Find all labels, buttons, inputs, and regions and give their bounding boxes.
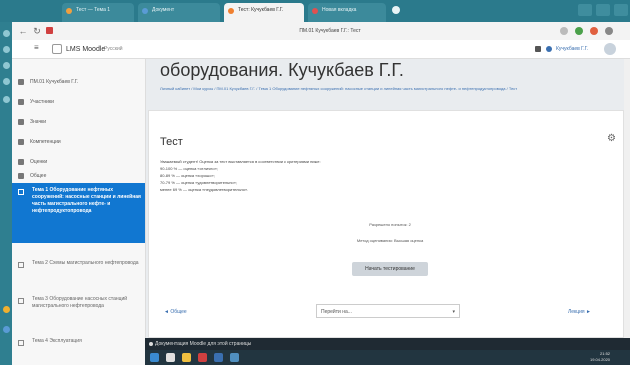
extension-icon[interactable] <box>590 27 598 35</box>
tab-favicon-icon <box>66 8 72 14</box>
sidebar-item-badges[interactable]: Значки <box>12 112 145 132</box>
check-icon <box>18 139 24 145</box>
dock-app-icon[interactable] <box>3 306 10 313</box>
sidebar-item-label: Компетенции <box>30 139 61 145</box>
sidebar-item-label: ПМ.01 Кучукбаев Г.Г. <box>30 79 79 85</box>
browser-tab-active[interactable]: Тест: Кучукбаев Г.Г. <box>224 3 304 22</box>
sidebar-item-label: Тема 4 Эксплуатация <box>32 338 82 344</box>
quiz-intro-line: 90-100 % — оценка «отлично»; <box>160 166 218 171</box>
sidebar-item-participants[interactable]: Участники <box>12 92 145 112</box>
os-dock <box>0 22 12 365</box>
sidebar-item-label: Тема 2 Схемы магистрального нефтепровода <box>32 260 139 266</box>
quiz-title: Тест <box>160 136 183 148</box>
select-value: Перейти на... <box>321 309 352 315</box>
prev-activity-link[interactable]: ◄ Общее <box>164 306 187 318</box>
tab-label: Новая вкладка <box>322 7 357 13</box>
tab-label: Тест: Кучукбаев Г.Г. <box>238 7 284 13</box>
hamburger-icon[interactable]: ≡ <box>34 44 42 52</box>
minimize-icon[interactable] <box>578 4 592 16</box>
sidebar-item-section[interactable]: Тема 4 Эксплуатация <box>12 334 145 350</box>
close-icon[interactable] <box>614 4 628 16</box>
badge-icon <box>18 119 24 125</box>
info-icon <box>149 342 153 346</box>
tab-favicon-icon <box>142 8 148 14</box>
sidebar-item-course[interactable]: ПМ.01 Кучукбаев Г.Г. <box>12 72 145 92</box>
jump-to-select[interactable]: Перейти на... ▾ <box>316 304 460 318</box>
message-icon[interactable] <box>546 46 552 52</box>
site-icon <box>46 27 53 34</box>
extension-icon[interactable] <box>560 27 568 35</box>
app-icon[interactable] <box>214 353 223 362</box>
dock-app-icon[interactable] <box>3 46 10 53</box>
user-menu[interactable]: Кучукбаев Г.Г. <box>556 45 588 54</box>
hat-icon <box>18 79 24 85</box>
dock-app-icon[interactable] <box>3 78 10 85</box>
scrollbar[interactable] <box>624 59 630 338</box>
folder-icon <box>18 173 24 179</box>
site-logo[interactable]: LMS Moodle <box>66 44 105 55</box>
tab-label: Тест — Тема 1 <box>76 7 111 13</box>
table-icon <box>18 159 24 165</box>
folder-icon <box>18 340 24 346</box>
folder-icon <box>18 262 24 268</box>
sidebar-item-label: Значки <box>30 119 47 125</box>
quiz-intro-line: 70-79 % — оценка «удовлетворительно»; <box>160 180 237 185</box>
quiz-intro-line: 80-89 % — оценка «хорошо»; <box>160 173 215 178</box>
extension-icon[interactable] <box>575 27 583 35</box>
grading-method: Метод оценивания: Высшая оценка <box>356 238 424 243</box>
dock-app-icon[interactable] <box>3 96 10 103</box>
tab-favicon-icon <box>312 8 318 14</box>
sidebar-item-label: Участники <box>30 99 54 105</box>
language-menu[interactable]: Русский <box>104 44 123 55</box>
users-icon <box>18 99 24 105</box>
breadcrumb[interactable]: Личный кабинет / Мои курсы / ПМ.01 Кучук… <box>160 86 517 91</box>
next-activity-link[interactable]: Лекция ► <box>568 306 591 318</box>
attempts-allowed: Разрешено попыток: 2 <box>369 222 411 227</box>
start-attempt-button[interactable]: Начать тестирование <box>352 262 428 276</box>
new-tab-icon[interactable] <box>392 6 400 14</box>
back-icon[interactable]: ← <box>18 26 28 36</box>
browser-icon[interactable] <box>198 353 207 362</box>
quiz-intro-line: Уважаемый студент! Оценка за тест выстав… <box>160 159 321 164</box>
dock-app-icon[interactable] <box>3 326 10 333</box>
menu-icon[interactable] <box>605 27 613 35</box>
folder-icon[interactable] <box>182 353 191 362</box>
page-title: оборудования. Кучукбаев Г.Г. <box>160 60 404 80</box>
sidebar-item-section[interactable]: Тема 3 Оборудование насосных станций маг… <box>12 292 145 328</box>
url-field[interactable]: ПМ.01 Кучукбаев Г.Г.: Тест <box>240 25 420 37</box>
sidebar-item-competencies[interactable]: Компетенции <box>12 132 145 152</box>
start-icon[interactable] <box>150 353 159 362</box>
browser-tab[interactable]: Тест — Тема 1 <box>62 3 134 22</box>
sidebar-item-section[interactable]: Тема 2 Схемы магистрального нефтепровода <box>12 256 145 286</box>
moodle-logo-icon[interactable] <box>52 44 62 54</box>
maximize-icon[interactable] <box>596 4 610 16</box>
page-footer: Документация Moodle для этой страницы <box>145 338 630 350</box>
sidebar-item-label: Оценки <box>30 159 48 165</box>
footer-docs-link[interactable]: Документация Moodle для этой страницы <box>155 341 251 347</box>
avatar[interactable] <box>604 43 616 55</box>
notification-icon[interactable] <box>535 46 541 52</box>
sidebar-item-label: Тема 1 Оборудование нефтяных сооружений:… <box>32 187 141 214</box>
sidebar-item-label: Тема 3 Оборудование насосных станций маг… <box>32 296 128 309</box>
folder-icon <box>18 298 24 304</box>
reload-icon[interactable]: ↻ <box>32 26 42 36</box>
dock-app-icon[interactable] <box>3 30 10 37</box>
app-icon[interactable] <box>230 353 239 362</box>
sidebar-item-active-section[interactable]: Тема 1 Оборудование нефтяных сооружений:… <box>12 183 145 243</box>
clock-date: 19.04.2020 <box>590 357 611 362</box>
gear-icon[interactable]: ⚙ <box>607 133 616 144</box>
tab-favicon-icon <box>228 8 234 14</box>
tab-label: Документ <box>152 7 175 13</box>
browser-tab[interactable]: Новая вкладка <box>308 3 386 22</box>
sidebar-item-label: Общее <box>30 173 47 179</box>
dock-app-icon[interactable] <box>3 62 10 69</box>
browser-tab[interactable]: Документ <box>138 3 220 22</box>
search-icon[interactable] <box>166 353 175 362</box>
taskbar-clock[interactable]: 21:52 19.04.2020 <box>590 351 610 363</box>
chevron-down-icon: ▾ <box>452 309 455 315</box>
folder-icon <box>18 189 24 195</box>
quiz-intro-line: менее 69 % — оценка «неудовлетворительно… <box>160 187 249 192</box>
